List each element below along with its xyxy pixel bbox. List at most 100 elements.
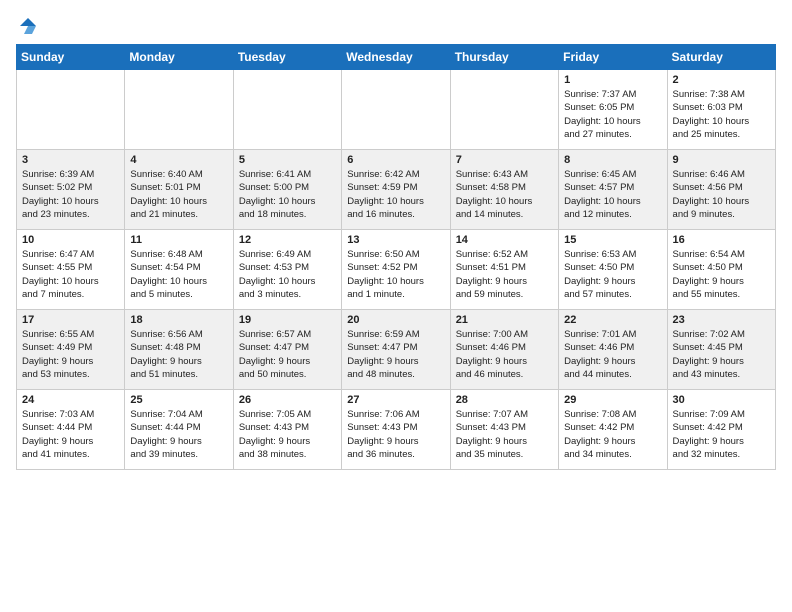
- day-info: Sunrise: 6:48 AM Sunset: 4:54 PM Dayligh…: [130, 248, 227, 301]
- calendar-day-cell: 30Sunrise: 7:09 AM Sunset: 4:42 PM Dayli…: [667, 390, 775, 470]
- day-number: 7: [456, 154, 553, 166]
- calendar-day-cell: [450, 70, 558, 150]
- day-number: 1: [564, 74, 661, 86]
- day-number: 9: [673, 154, 770, 166]
- calendar-day-cell: 11Sunrise: 6:48 AM Sunset: 4:54 PM Dayli…: [125, 230, 233, 310]
- day-info: Sunrise: 6:41 AM Sunset: 5:00 PM Dayligh…: [239, 168, 336, 221]
- calendar-day-cell: 9 Sunrise: 6:46 AM Sunset: 4:56 PM Daylig…: [667, 150, 775, 230]
- day-info: Sunrise: 6:39 AM Sunset: 5:02 PM Dayligh…: [22, 168, 119, 221]
- day-info: Sunrise: 6:43 AM Sunset: 4:58 PM Dayligh…: [456, 168, 553, 221]
- calendar-week-row: 10 Sunrise: 6:47 AM Sunset: 4:55 PM Dayli…: [17, 230, 776, 310]
- day-info: Sunrise: 7:08 AM Sunset: 4:42 PM Dayligh…: [564, 408, 661, 461]
- calendar-day-cell: 8 Sunrise: 6:45 AM Sunset: 4:57 PM Daylig…: [559, 150, 667, 230]
- day-number: 23: [673, 314, 770, 326]
- calendar-day-cell: 26Sunrise: 7:05 AM Sunset: 4:43 PM Dayli…: [233, 390, 341, 470]
- day-of-week-header: Saturday: [667, 45, 775, 70]
- calendar-day-cell: 18 Sunrise: 6:56 AM Sunset: 4:48 PM Dayli…: [125, 310, 233, 390]
- logo-icon: [18, 16, 38, 36]
- day-info: Sunrise: 6:50 AM Sunset: 4:52 PM Dayligh…: [347, 248, 444, 301]
- day-number: 30: [673, 394, 770, 406]
- day-number: 13: [347, 234, 444, 246]
- day-number: 16: [673, 234, 770, 246]
- day-info: Sunrise: 7:06 AM Sunset: 4:43 PM Dayligh…: [347, 408, 444, 461]
- day-of-week-header: Sunday: [17, 45, 125, 70]
- page-header: [16, 16, 776, 36]
- calendar-day-cell: 22Sunrise: 7:01 AM Sunset: 4:46 PM Dayli…: [559, 310, 667, 390]
- calendar-day-cell: 28 Sunrise: 7:07 AM Sunset: 4:43 PM Dayli…: [450, 390, 558, 470]
- day-number: 6: [347, 154, 444, 166]
- calendar-week-row: 17 Sunrise: 6:55 AM Sunset: 4:49 PM Dayli…: [17, 310, 776, 390]
- calendar-day-cell: 5 Sunrise: 6:41 AM Sunset: 5:00 PM Daylig…: [233, 150, 341, 230]
- day-number: 15: [564, 234, 661, 246]
- calendar-day-cell: 25 Sunrise: 7:04 AM Sunset: 4:44 PM Dayli…: [125, 390, 233, 470]
- calendar-week-row: 1 Sunrise: 7:37 AM Sunset: 6:05 PM Daylig…: [17, 70, 776, 150]
- day-number: 19: [239, 314, 336, 326]
- day-info: Sunrise: 7:00 AM Sunset: 4:46 PM Dayligh…: [456, 328, 553, 381]
- calendar-day-cell: 14Sunrise: 6:52 AM Sunset: 4:51 PM Dayli…: [450, 230, 558, 310]
- day-info: Sunrise: 7:01 AM Sunset: 4:46 PM Dayligh…: [564, 328, 661, 381]
- day-number: 28: [456, 394, 553, 406]
- day-number: 10: [22, 234, 119, 246]
- logo: [16, 16, 38, 36]
- calendar-day-cell: 4 Sunrise: 6:40 AM Sunset: 5:01 PM Daylig…: [125, 150, 233, 230]
- calendar-day-cell: 13 Sunrise: 6:50 AM Sunset: 4:52 PM Dayli…: [342, 230, 450, 310]
- day-info: Sunrise: 6:49 AM Sunset: 4:53 PM Dayligh…: [239, 248, 336, 301]
- day-number: 2: [673, 74, 770, 86]
- day-number: 17: [22, 314, 119, 326]
- day-of-week-header: Wednesday: [342, 45, 450, 70]
- calendar-day-cell: 20Sunrise: 6:59 AM Sunset: 4:47 PM Dayli…: [342, 310, 450, 390]
- day-of-week-header: Friday: [559, 45, 667, 70]
- day-of-week-header: Tuesday: [233, 45, 341, 70]
- day-info: Sunrise: 6:55 AM Sunset: 4:49 PM Dayligh…: [22, 328, 119, 381]
- day-info: Sunrise: 6:53 AM Sunset: 4:50 PM Dayligh…: [564, 248, 661, 301]
- day-info: Sunrise: 7:07 AM Sunset: 4:43 PM Dayligh…: [456, 408, 553, 461]
- calendar-day-cell: 27Sunrise: 7:06 AM Sunset: 4:43 PM Dayli…: [342, 390, 450, 470]
- day-info: Sunrise: 6:47 AM Sunset: 4:55 PM Dayligh…: [22, 248, 119, 301]
- day-info: Sunrise: 7:02 AM Sunset: 4:45 PM Dayligh…: [673, 328, 770, 381]
- day-info: Sunrise: 6:45 AM Sunset: 4:57 PM Dayligh…: [564, 168, 661, 221]
- calendar-day-cell: 17 Sunrise: 6:55 AM Sunset: 4:49 PM Dayli…: [17, 310, 125, 390]
- calendar-day-cell: 29 Sunrise: 7:08 AM Sunset: 4:42 PM Dayli…: [559, 390, 667, 470]
- calendar-day-cell: 21 Sunrise: 7:00 AM Sunset: 4:46 PM Dayli…: [450, 310, 558, 390]
- day-info: Sunrise: 7:03 AM Sunset: 4:44 PM Dayligh…: [22, 408, 119, 461]
- day-info: Sunrise: 6:52 AM Sunset: 4:51 PM Dayligh…: [456, 248, 553, 301]
- calendar-day-cell: [342, 70, 450, 150]
- calendar-day-cell: 15 Sunrise: 6:53 AM Sunset: 4:50 PM Dayli…: [559, 230, 667, 310]
- day-number: 25: [130, 394, 227, 406]
- calendar-day-cell: 16 Sunrise: 6:54 AM Sunset: 4:50 PM Dayli…: [667, 230, 775, 310]
- day-info: Sunrise: 6:56 AM Sunset: 4:48 PM Dayligh…: [130, 328, 227, 381]
- day-number: 24: [22, 394, 119, 406]
- calendar-table: SundayMondayTuesdayWednesdayThursdayFrid…: [16, 44, 776, 470]
- day-info: Sunrise: 6:54 AM Sunset: 4:50 PM Dayligh…: [673, 248, 770, 301]
- day-info: Sunrise: 6:40 AM Sunset: 5:01 PM Dayligh…: [130, 168, 227, 221]
- calendar-day-cell: 2Sunrise: 7:38 AM Sunset: 6:03 PM Daylig…: [667, 70, 775, 150]
- calendar-day-cell: 6 Sunrise: 6:42 AM Sunset: 4:59 PM Daylig…: [342, 150, 450, 230]
- calendar-day-cell: 12 Sunrise: 6:49 AM Sunset: 4:53 PM Dayli…: [233, 230, 341, 310]
- calendar-day-cell: 7 Sunrise: 6:43 AM Sunset: 4:58 PM Daylig…: [450, 150, 558, 230]
- calendar-day-cell: 3 Sunrise: 6:39 AM Sunset: 5:02 PM Daylig…: [17, 150, 125, 230]
- calendar-header-row: SundayMondayTuesdayWednesdayThursdayFrid…: [17, 45, 776, 70]
- day-info: Sunrise: 6:46 AM Sunset: 4:56 PM Dayligh…: [673, 168, 770, 221]
- day-number: 20: [347, 314, 444, 326]
- day-number: 4: [130, 154, 227, 166]
- calendar-day-cell: 23 Sunrise: 7:02 AM Sunset: 4:45 PM Dayli…: [667, 310, 775, 390]
- day-info: Sunrise: 6:42 AM Sunset: 4:59 PM Dayligh…: [347, 168, 444, 221]
- day-number: 12: [239, 234, 336, 246]
- day-info: Sunrise: 7:04 AM Sunset: 4:44 PM Dayligh…: [130, 408, 227, 461]
- calendar-day-cell: 1 Sunrise: 7:37 AM Sunset: 6:05 PM Daylig…: [559, 70, 667, 150]
- calendar-week-row: 24 Sunrise: 7:03 AM Sunset: 4:44 PM Dayli…: [17, 390, 776, 470]
- calendar-day-cell: 10 Sunrise: 6:47 AM Sunset: 4:55 PM Dayli…: [17, 230, 125, 310]
- day-number: 5: [239, 154, 336, 166]
- day-number: 21: [456, 314, 553, 326]
- calendar-day-cell: 19 Sunrise: 6:57 AM Sunset: 4:47 PM Dayli…: [233, 310, 341, 390]
- day-number: 3: [22, 154, 119, 166]
- day-number: 8: [564, 154, 661, 166]
- day-of-week-header: Monday: [125, 45, 233, 70]
- day-number: 29: [564, 394, 661, 406]
- day-info: Sunrise: 7:37 AM Sunset: 6:05 PM Dayligh…: [564, 88, 661, 141]
- calendar-week-row: 3 Sunrise: 6:39 AM Sunset: 5:02 PM Daylig…: [17, 150, 776, 230]
- day-of-week-header: Thursday: [450, 45, 558, 70]
- day-number: 18: [130, 314, 227, 326]
- day-number: 26: [239, 394, 336, 406]
- day-info: Sunrise: 6:57 AM Sunset: 4:47 PM Dayligh…: [239, 328, 336, 381]
